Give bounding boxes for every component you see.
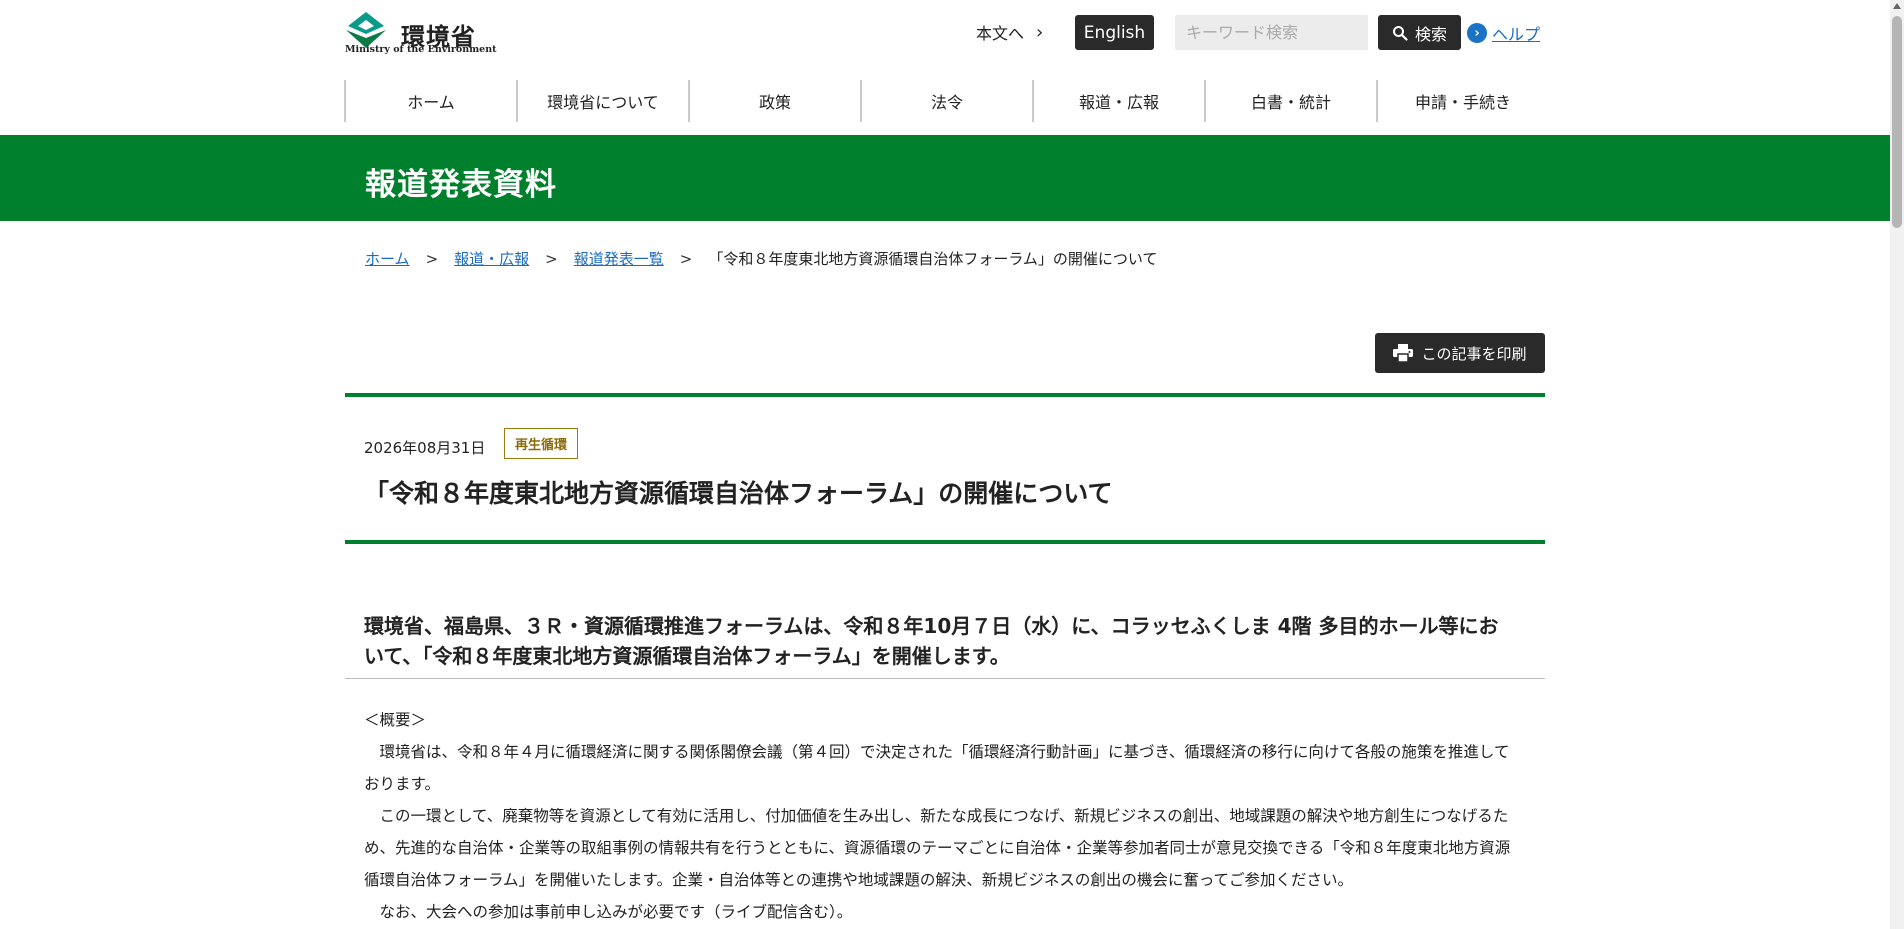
scroll-up-arrow-icon[interactable] bbox=[1893, 3, 1901, 9]
nav-item-home[interactable]: ホーム bbox=[344, 80, 516, 122]
chevron-right-icon: › bbox=[1036, 21, 1044, 43]
article-title: 「令和８年度東北地方資源循環自治体フォーラム」の開催について bbox=[364, 479, 1113, 508]
nav-item-press[interactable]: 報道・広報 bbox=[1032, 80, 1204, 122]
body-paragraph: なお、大会への参加は事前申し込みが必要です（ライブ配信含む）。 bbox=[364, 903, 853, 921]
search-input[interactable] bbox=[1175, 15, 1368, 50]
article-lead: 環境省、福島県、３Ｒ・資源循環推進フォーラムは、令和８年10月７日（水）に、コラ… bbox=[364, 614, 1499, 668]
breadcrumb-press[interactable]: 報道・広報 bbox=[454, 248, 529, 269]
breadcrumb-press-list[interactable]: 報道発表一覧 bbox=[574, 248, 664, 269]
printer-icon bbox=[1393, 344, 1414, 362]
vertical-scrollbar[interactable] bbox=[1890, 0, 1904, 929]
category-tag: 再生循環 bbox=[504, 428, 579, 459]
print-button-label: この記事を印刷 bbox=[1421, 344, 1527, 363]
breadcrumb: ホーム > 報道・広報 > 報道発表一覧 > 「令和８年度東北地方資源循環自治体… bbox=[365, 248, 1157, 269]
skip-to-content-link[interactable]: 本文へ › bbox=[976, 20, 1043, 44]
nav-item-law[interactable]: 法令 bbox=[860, 80, 1032, 122]
skip-link-label: 本文へ bbox=[976, 24, 1025, 43]
article-date: 2026年08月31日 bbox=[364, 439, 486, 457]
lead-divider bbox=[345, 678, 1545, 679]
nav-item-policy[interactable]: 政策 bbox=[688, 80, 860, 122]
help-chevron-icon: › bbox=[1467, 23, 1487, 43]
help-link[interactable]: › ヘルプ bbox=[1467, 21, 1540, 45]
page-banner: 報道発表資料 bbox=[0, 135, 1890, 221]
global-nav: ホーム 環境省について 政策 法令 報道・広報 白書・統計 申請・手続き bbox=[344, 80, 1548, 122]
article-header-bottom-rule bbox=[345, 540, 1545, 544]
print-button[interactable]: この記事を印刷 bbox=[1375, 333, 1545, 373]
nav-item-about[interactable]: 環境省について bbox=[516, 80, 688, 122]
breadcrumb-separator: > bbox=[545, 249, 558, 268]
search-icon bbox=[1392, 25, 1408, 41]
page-title: 報道発表資料 bbox=[365, 167, 557, 203]
body-paragraph: この一環として、廃棄物等を資源として有効に活用し、付加価値を生み出し、新たな成長… bbox=[364, 807, 1511, 889]
site-header: 環境省 Ministry of the Environment 本文へ › En… bbox=[0, 0, 1904, 135]
breadcrumb-home[interactable]: ホーム bbox=[365, 248, 410, 269]
english-button[interactable]: English bbox=[1075, 15, 1154, 50]
nav-item-whitepaper[interactable]: 白書・統計 bbox=[1204, 80, 1376, 122]
scrollbar-thumb[interactable] bbox=[1892, 16, 1902, 228]
section-heading: ＜概要＞ bbox=[364, 711, 427, 729]
search-button-label: 検索 bbox=[1414, 24, 1447, 44]
breadcrumb-separator: > bbox=[425, 249, 439, 268]
search-button[interactable]: 検索 bbox=[1378, 15, 1461, 50]
article-header-top-rule bbox=[345, 393, 1545, 397]
breadcrumb-current: 「令和８年度東北地方資源循環自治体フォーラム」の開催について bbox=[708, 250, 1158, 268]
body-paragraph: 環境省は、令和８年４月に循環経済に関する関係閣僚会議（第４回）で決定された「循環… bbox=[364, 743, 1510, 793]
help-link-label: ヘルプ bbox=[1492, 25, 1541, 44]
article-body: ＜概要＞ 環境省は、令和８年４月に循環経済に関する関係閣僚会議（第４回）で決定さ… bbox=[364, 704, 1524, 928]
logo-subtitle: Ministry of the Environment bbox=[345, 44, 497, 55]
nav-item-procedures[interactable]: 申請・手続き bbox=[1376, 80, 1548, 122]
breadcrumb-separator: > bbox=[679, 249, 693, 268]
